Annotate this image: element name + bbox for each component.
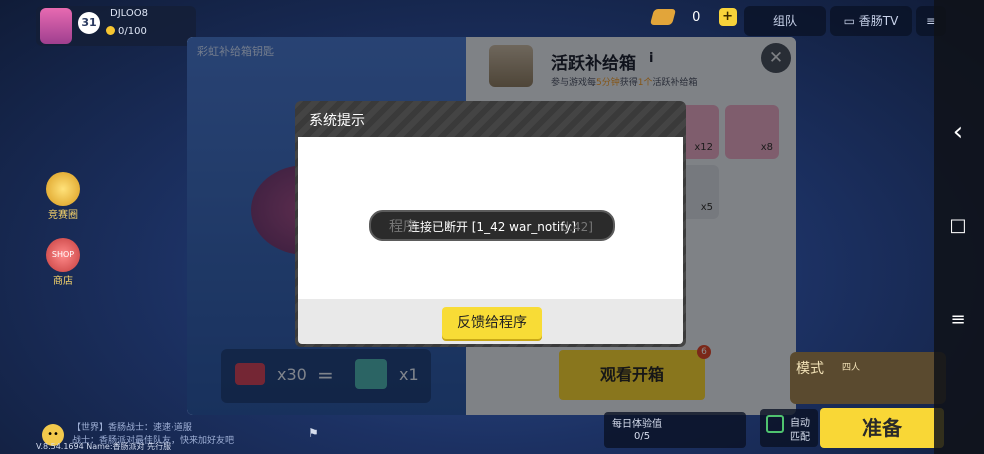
add-currency-button[interactable]: + <box>718 8 737 26</box>
disconnect-toast: 程序 连接已断开 [1_42 war_notify] d:42] <box>369 210 615 241</box>
dialog-title: 系统提示 <box>309 113 365 129</box>
tv-label: 香肠TV <box>858 14 899 28</box>
toast-message: 连接已断开 [1_42 war_notify] <box>407 220 577 234</box>
chat-line: 【世界】香肠战士：速速·道服 <box>72 423 192 433</box>
checkbox-icon <box>766 415 784 433</box>
sausage-tv-button[interactable]: ▭ 香肠TV <box>830 6 912 36</box>
smile-icon: •• <box>47 429 59 440</box>
competition-entry[interactable]: 竞赛圈 <box>40 172 86 221</box>
ready-button[interactable]: 准备 <box>820 408 944 448</box>
shop-label: 商店 <box>53 276 73 287</box>
toast-ghost-text: d:42] <box>561 220 593 234</box>
player-coins: 0/100 <box>106 26 147 37</box>
coin-count: 0/100 <box>118 26 147 37</box>
back-icon[interactable]: ‹ <box>944 118 972 146</box>
daily-label: 每日体验值 <box>612 419 662 430</box>
currency-amount: 0 <box>692 9 701 25</box>
competition-label: 竞赛圈 <box>48 210 78 221</box>
version-text: V.8.54.1694 Name:香肠派对 先行服 <box>36 442 172 451</box>
auto-sub: 匹配 <box>790 432 810 443</box>
daily-exp-card[interactable]: 每日体验值 0/5 <box>604 412 746 448</box>
feedback-button[interactable]: 反馈给程序 <box>442 307 542 339</box>
auto-label: 自动 <box>790 418 810 429</box>
player-name: DJLOO8 <box>110 8 148 19</box>
player-avatar <box>40 8 72 44</box>
player-card[interactable]: 31 DJLOO8 0/100 <box>36 6 196 46</box>
flag-icon[interactable]: ⚑ <box>308 426 322 442</box>
mode-sub: 四人 <box>842 363 861 373</box>
auto-match-toggle[interactable]: 自动 匹配 <box>760 409 818 447</box>
daily-progress: 0/5 <box>634 431 651 442</box>
game-mode-card[interactable]: 模式 四人 <box>790 352 946 404</box>
shop-entry[interactable]: SHOP 商店 <box>40 238 86 287</box>
home-icon[interactable]: □ <box>944 212 972 240</box>
shop-icon: SHOP <box>46 238 80 272</box>
team-button[interactable]: 组队 <box>744 6 826 36</box>
coin-icon <box>106 26 115 35</box>
trophy-icon <box>46 172 80 206</box>
ticket-icon <box>649 9 677 25</box>
toast-ghost-text: 程序 <box>389 219 417 235</box>
currency-display: 0 + <box>649 8 742 36</box>
tv-icon: ▭ <box>843 14 859 28</box>
mode-label: 模式 <box>796 361 824 377</box>
recents-icon[interactable]: ≡ <box>944 306 972 334</box>
player-level: 31 <box>78 12 100 34</box>
